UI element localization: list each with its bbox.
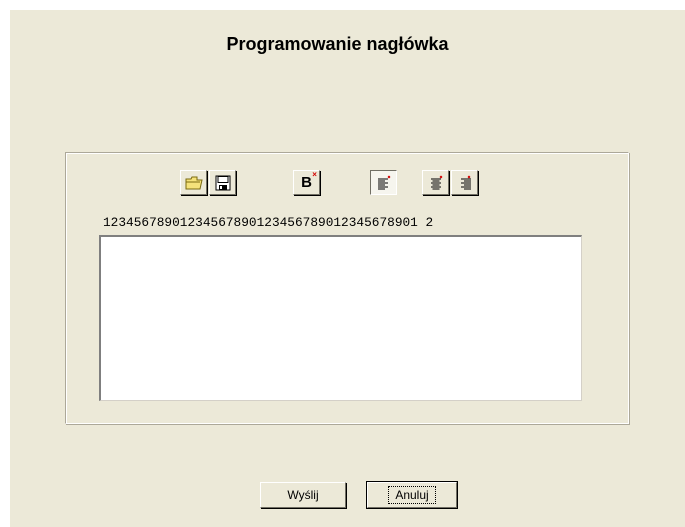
send-button-label: Wyślij <box>287 488 319 502</box>
save-floppy-icon <box>215 175 230 190</box>
column-ruler: 1234567890123456789012345678901234567890… <box>103 215 434 230</box>
editor-group-box: B× 123456789012345678901234567890123456 <box>65 152 629 424</box>
send-button[interactable]: Wyślij <box>260 482 346 508</box>
open-button[interactable] <box>180 170 207 195</box>
cancel-button-label: Anuluj <box>388 486 436 504</box>
cancel-button[interactable]: Anuluj <box>367 482 457 508</box>
align-left-button[interactable] <box>370 170 397 195</box>
align-right-icon <box>460 175 471 189</box>
align-center-icon <box>430 175 442 189</box>
header-programming-dialog: Programowanie nagłówka B × 1234567890123… <box>10 10 685 527</box>
bold-icon: B × <box>301 170 317 191</box>
dialog-title: Programowanie nagłówka <box>226 34 449 54</box>
open-folder-icon <box>185 176 203 189</box>
bold-button[interactable]: B × <box>293 170 320 195</box>
align-right-button[interactable] <box>451 170 478 195</box>
save-button[interactable] <box>209 170 236 195</box>
header-text-editor[interactable] <box>99 235 582 401</box>
align-left-icon <box>377 175 390 189</box>
align-center-button[interactable] <box>422 170 449 195</box>
